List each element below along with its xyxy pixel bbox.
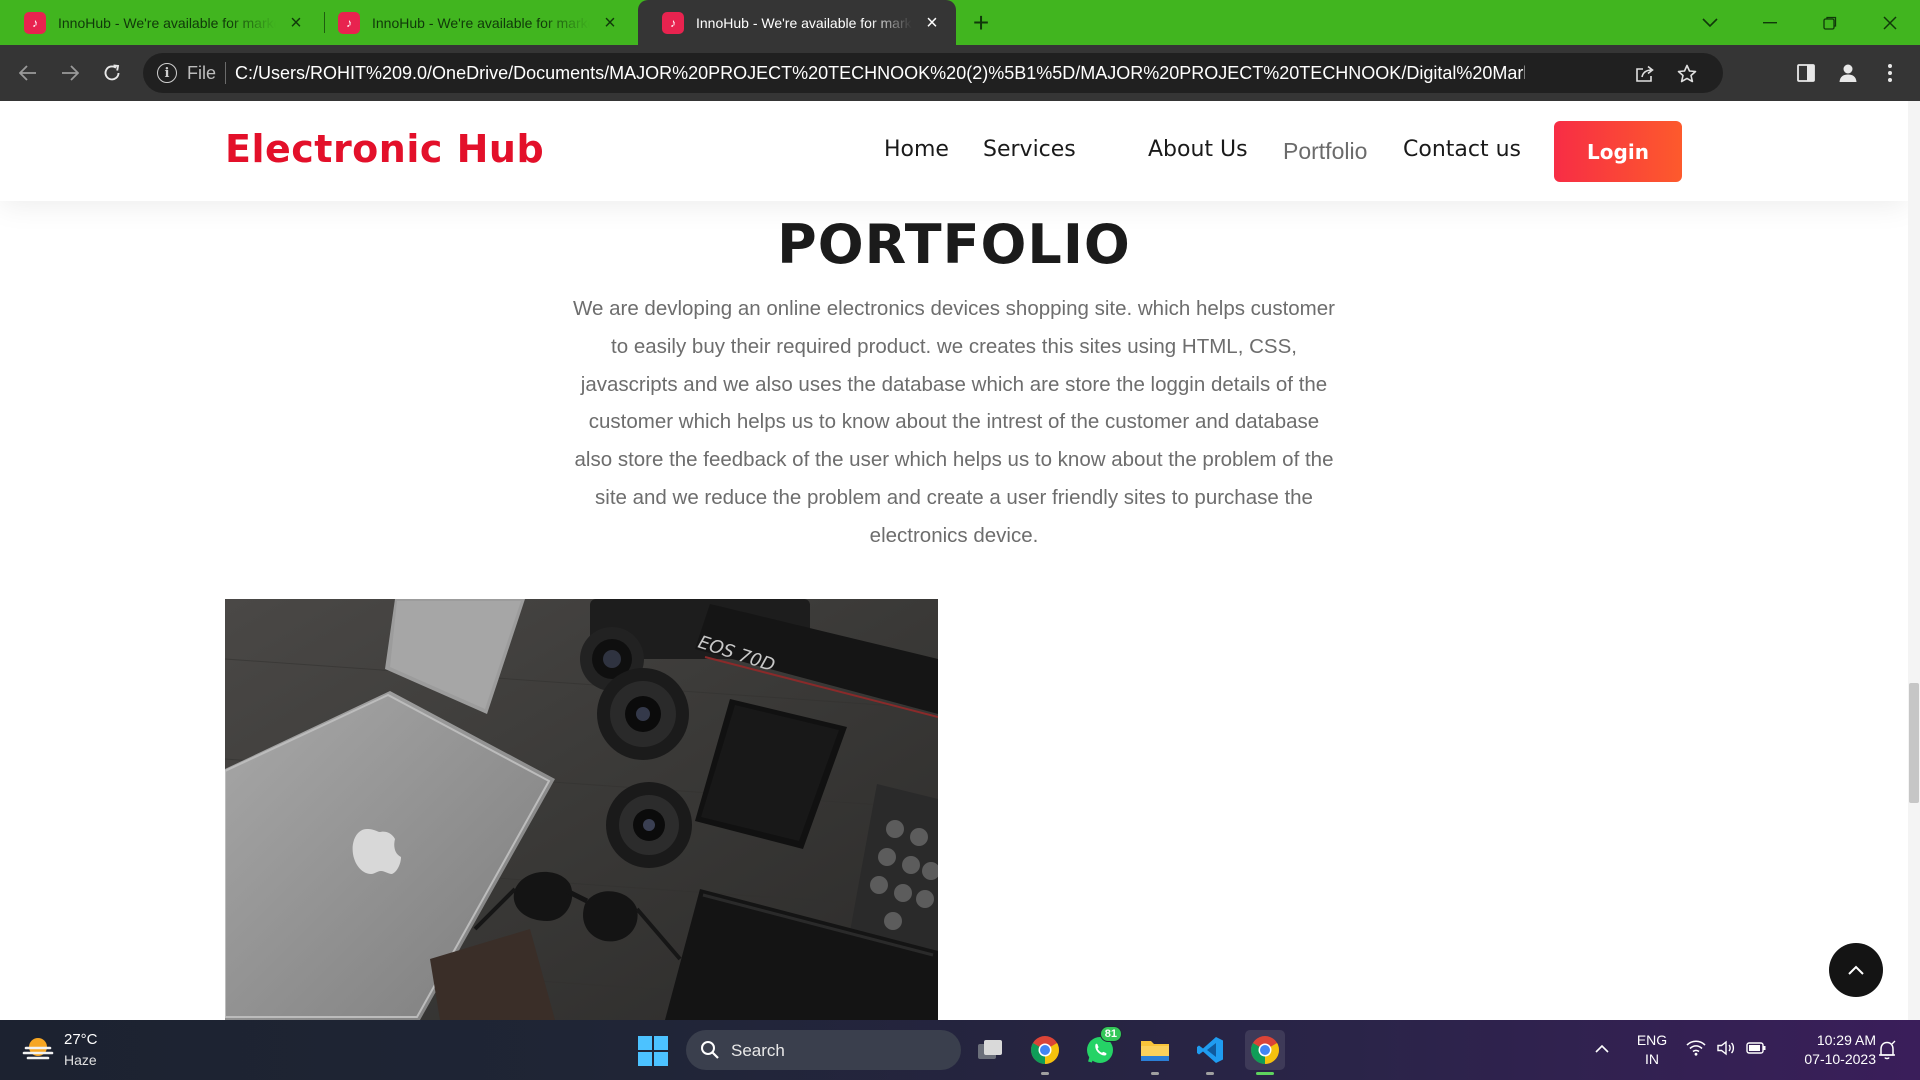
nav-about-us[interactable]: About Us <box>1148 137 1248 162</box>
site-info-icon[interactable]: i <box>157 63 177 83</box>
windows-start-icon[interactable] <box>638 1036 668 1066</box>
haze-weather-icon[interactable] <box>22 1034 54 1066</box>
browser-tab-2[interactable]: ♪ InnoHub - We're available for marketin… <box>314 0 634 45</box>
forward-arrow-icon[interactable] <box>54 57 86 89</box>
innohub-favicon-icon: ♪ <box>24 11 46 34</box>
language-code: ENG <box>1636 1032 1668 1048</box>
notification-bell-icon[interactable] <box>1876 1040 1898 1060</box>
close-window-icon[interactable] <box>1860 0 1920 45</box>
portfolio-image-electronics: EOS 70D <box>225 599 938 1020</box>
nav-services[interactable]: Services <box>983 137 1076 162</box>
side-panel-icon[interactable] <box>1790 57 1822 89</box>
site-header: Electronic Hub Home Services About Us Po… <box>0 101 1908 201</box>
more-menu-icon[interactable] <box>1874 57 1906 89</box>
browser-toolbar: i File C:/Users/ROHIT%209.0/OneDrive/Doc… <box>0 45 1920 101</box>
system-clock[interactable]: 10:29 AM 07-10-2023 <box>1782 1031 1876 1069</box>
share-icon[interactable] <box>1632 61 1658 87</box>
innohub-favicon-icon: ♪ <box>662 11 684 34</box>
system-tray[interactable] <box>1686 1038 1766 1058</box>
vscode-app-icon[interactable] <box>1190 1030 1230 1075</box>
innohub-favicon-icon: ♪ <box>338 11 360 34</box>
nav-portfolio[interactable]: Portfolio <box>1283 138 1367 165</box>
address-bar[interactable]: i File C:/Users/ROHIT%209.0/OneDrive/Doc… <box>143 53 1723 93</box>
weather-condition[interactable]: Haze <box>64 1052 97 1068</box>
new-tab-button[interactable]: + <box>966 8 996 38</box>
electronics-flatlay-illustration: EOS 70D <box>225 599 938 1020</box>
chrome-app-icon[interactable] <box>1025 1030 1065 1075</box>
tab-close-icon[interactable]: × <box>600 13 620 33</box>
search-placeholder: Search <box>731 1041 785 1060</box>
scroll-to-top-button[interactable] <box>1829 943 1883 997</box>
back-arrow-icon[interactable] <box>12 57 44 89</box>
browser-tab-3-active[interactable]: ♪ InnoHub - We're available for marketin… <box>638 0 956 45</box>
profile-avatar-icon[interactable] <box>1832 57 1864 89</box>
nav-contact-us[interactable]: Contact us <box>1403 137 1521 162</box>
restore-window-icon[interactable] <box>1800 0 1860 45</box>
running-indicator <box>1041 1072 1049 1075</box>
running-indicator <box>1206 1072 1214 1075</box>
taskbar-search-input[interactable]: Search <box>686 1030 961 1070</box>
scheme-label: File <box>187 63 217 83</box>
chevron-up-icon <box>1848 965 1864 975</box>
tab-close-icon[interactable]: × <box>922 13 942 33</box>
clock-time: 10:29 AM <box>1816 1032 1876 1048</box>
tab-search-chevron-icon[interactable] <box>1680 0 1740 45</box>
active-indicator <box>1256 1072 1274 1075</box>
battery-icon[interactable] <box>1746 1038 1766 1058</box>
omnibox-divider <box>225 62 226 84</box>
reload-icon[interactable] <box>96 57 128 89</box>
web-page-viewport: Electronic Hub Home Services About Us Po… <box>0 101 1920 1020</box>
wifi-icon[interactable] <box>1686 1038 1706 1058</box>
tab-title: InnoHub - We're available for marketing <box>58 14 276 31</box>
clock-date: 07-10-2023 <box>1804 1051 1876 1067</box>
running-indicator <box>1151 1072 1159 1075</box>
url-text[interactable]: C:/Users/ROHIT%209.0/OneDrive/Documents/… <box>235 63 1525 84</box>
scrollbar-thumb[interactable] <box>1909 683 1919 803</box>
show-hidden-icons-chevron-icon[interactable] <box>1592 1038 1612 1058</box>
brand-logo-text[interactable]: Electronic Hub <box>225 127 544 171</box>
nav-home[interactable]: Home <box>884 137 949 162</box>
portfolio-heading: PORTFOLIO <box>777 213 1131 276</box>
browser-tab-strip: ♪ InnoHub - We're available for marketin… <box>0 0 1920 45</box>
browser-tab-1[interactable]: ♪ InnoHub - We're available for marketin… <box>0 0 320 45</box>
chrome-active-window-icon[interactable] <box>1245 1030 1285 1075</box>
region-code: IN <box>1645 1051 1659 1067</box>
file-explorer-icon[interactable] <box>1135 1030 1175 1075</box>
bookmark-star-icon[interactable] <box>1674 61 1700 87</box>
volume-icon[interactable] <box>1716 1038 1736 1058</box>
whatsapp-app-icon[interactable]: 81 <box>1080 1026 1122 1070</box>
whatsapp-unread-badge: 81 <box>1099 1026 1122 1042</box>
portfolio-description: We are devloping an online electronics d… <box>573 297 1335 547</box>
tab-close-icon[interactable]: × <box>286 13 306 33</box>
search-icon <box>701 1041 719 1059</box>
weather-temperature[interactable]: 27°C <box>64 1031 98 1048</box>
tab-title: InnoHub - We're available for marketing <box>372 14 590 31</box>
tab-title: InnoHub - We're available for marketing <box>696 14 912 31</box>
windows-taskbar: 27°C Haze Search 81 ENG IN 10:29 AM 07-1… <box>0 1020 1920 1080</box>
input-language-indicator[interactable]: ENG IN <box>1634 1031 1670 1069</box>
minimize-window-icon[interactable] <box>1740 0 1800 45</box>
page-scrollbar[interactable] <box>1908 101 1920 1020</box>
task-view-icon[interactable] <box>970 1030 1010 1070</box>
login-button[interactable]: Login <box>1554 121 1682 182</box>
